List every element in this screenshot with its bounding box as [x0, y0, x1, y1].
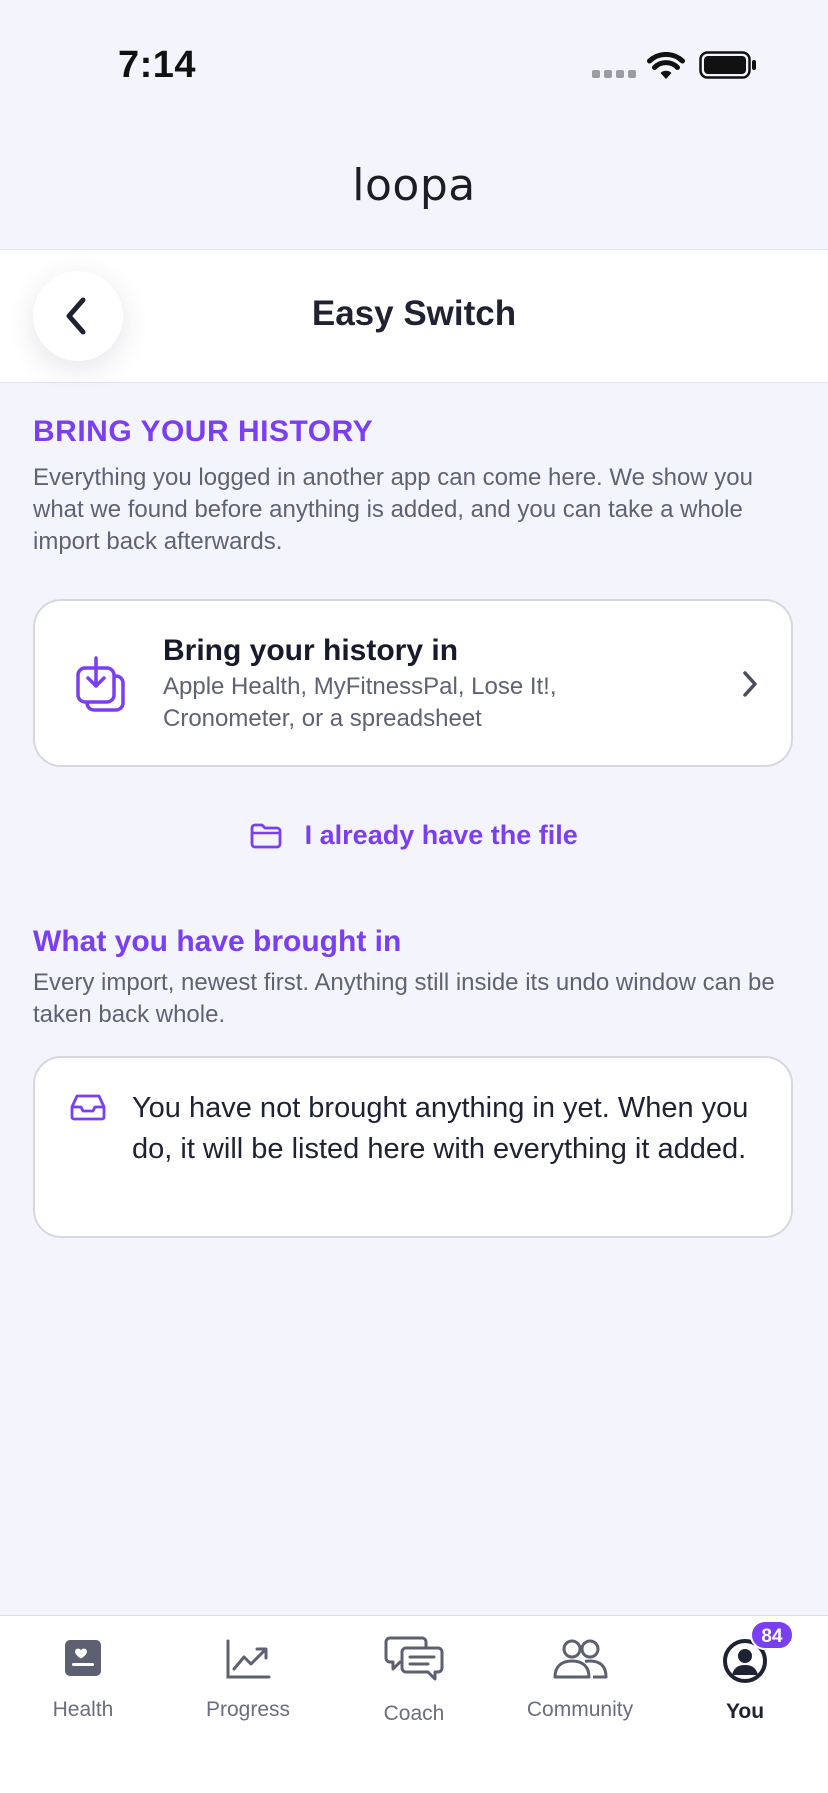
tab-coach[interactable]: Coach [331, 1616, 497, 1736]
history-section-description: Everything you logged in another app can… [33, 464, 753, 555]
status-bar: 7:14 [0, 0, 828, 130]
chat-bubbles-icon [384, 1636, 444, 1681]
brought-section-title: What you have brought in [33, 925, 402, 958]
nav-bar: Easy Switch [0, 249, 828, 383]
tab-community[interactable]: Community [497, 1616, 663, 1736]
import-card-title: Bring your history in [163, 634, 459, 667]
app-header: loopa [0, 160, 828, 211]
download-tray-icon [76, 656, 125, 712]
chevron-right-icon [743, 671, 757, 697]
wifi-icon [647, 52, 685, 79]
already-have-file-link[interactable]: I already have the file [0, 820, 828, 860]
tab-coach-label: Coach [383, 1702, 445, 1725]
tab-progress[interactable]: Progress [165, 1616, 331, 1736]
file-link-label: I already have the file [304, 820, 578, 850]
empty-imports-card: You have not brought anything in yet. Wh… [33, 1056, 793, 1238]
tab-you-label: You [725, 1700, 765, 1723]
import-card-subtitle: Apple Health, MyFitnessPal, Lose It!, Cr… [163, 673, 557, 732]
signal-icon [592, 70, 636, 80]
brought-section-description: Every import, newest first. Anything sti… [33, 969, 775, 1028]
tab-you[interactable]: You [662, 1616, 828, 1736]
tab-health[interactable]: Health [0, 1616, 166, 1736]
tab-bar: Health Progress Coach Community You [0, 1615, 828, 1793]
trend-chart-icon [226, 1639, 271, 1679]
folder-icon [250, 823, 282, 848]
notification-badge: 84 [750, 1620, 794, 1650]
empty-state-text: You have not brought anything in yet. Wh… [132, 1092, 749, 1165]
page-title: Easy Switch [311, 294, 517, 333]
tab-health-label: Health [52, 1698, 114, 1721]
app-logo: loopa [352, 160, 476, 211]
import-history-card[interactable]: Bring your history in Apple Health, MyFi… [33, 599, 793, 767]
health-card-icon [65, 1640, 101, 1676]
inbox-icon [70, 1094, 106, 1121]
status-time: 7:14 [118, 44, 197, 86]
people-icon [553, 1639, 608, 1679]
tab-progress-label: Progress [205, 1698, 291, 1721]
history-section-title: BRING YOUR HISTORY [33, 415, 374, 448]
tab-community-label: Community [526, 1698, 634, 1721]
battery-icon [699, 51, 756, 79]
